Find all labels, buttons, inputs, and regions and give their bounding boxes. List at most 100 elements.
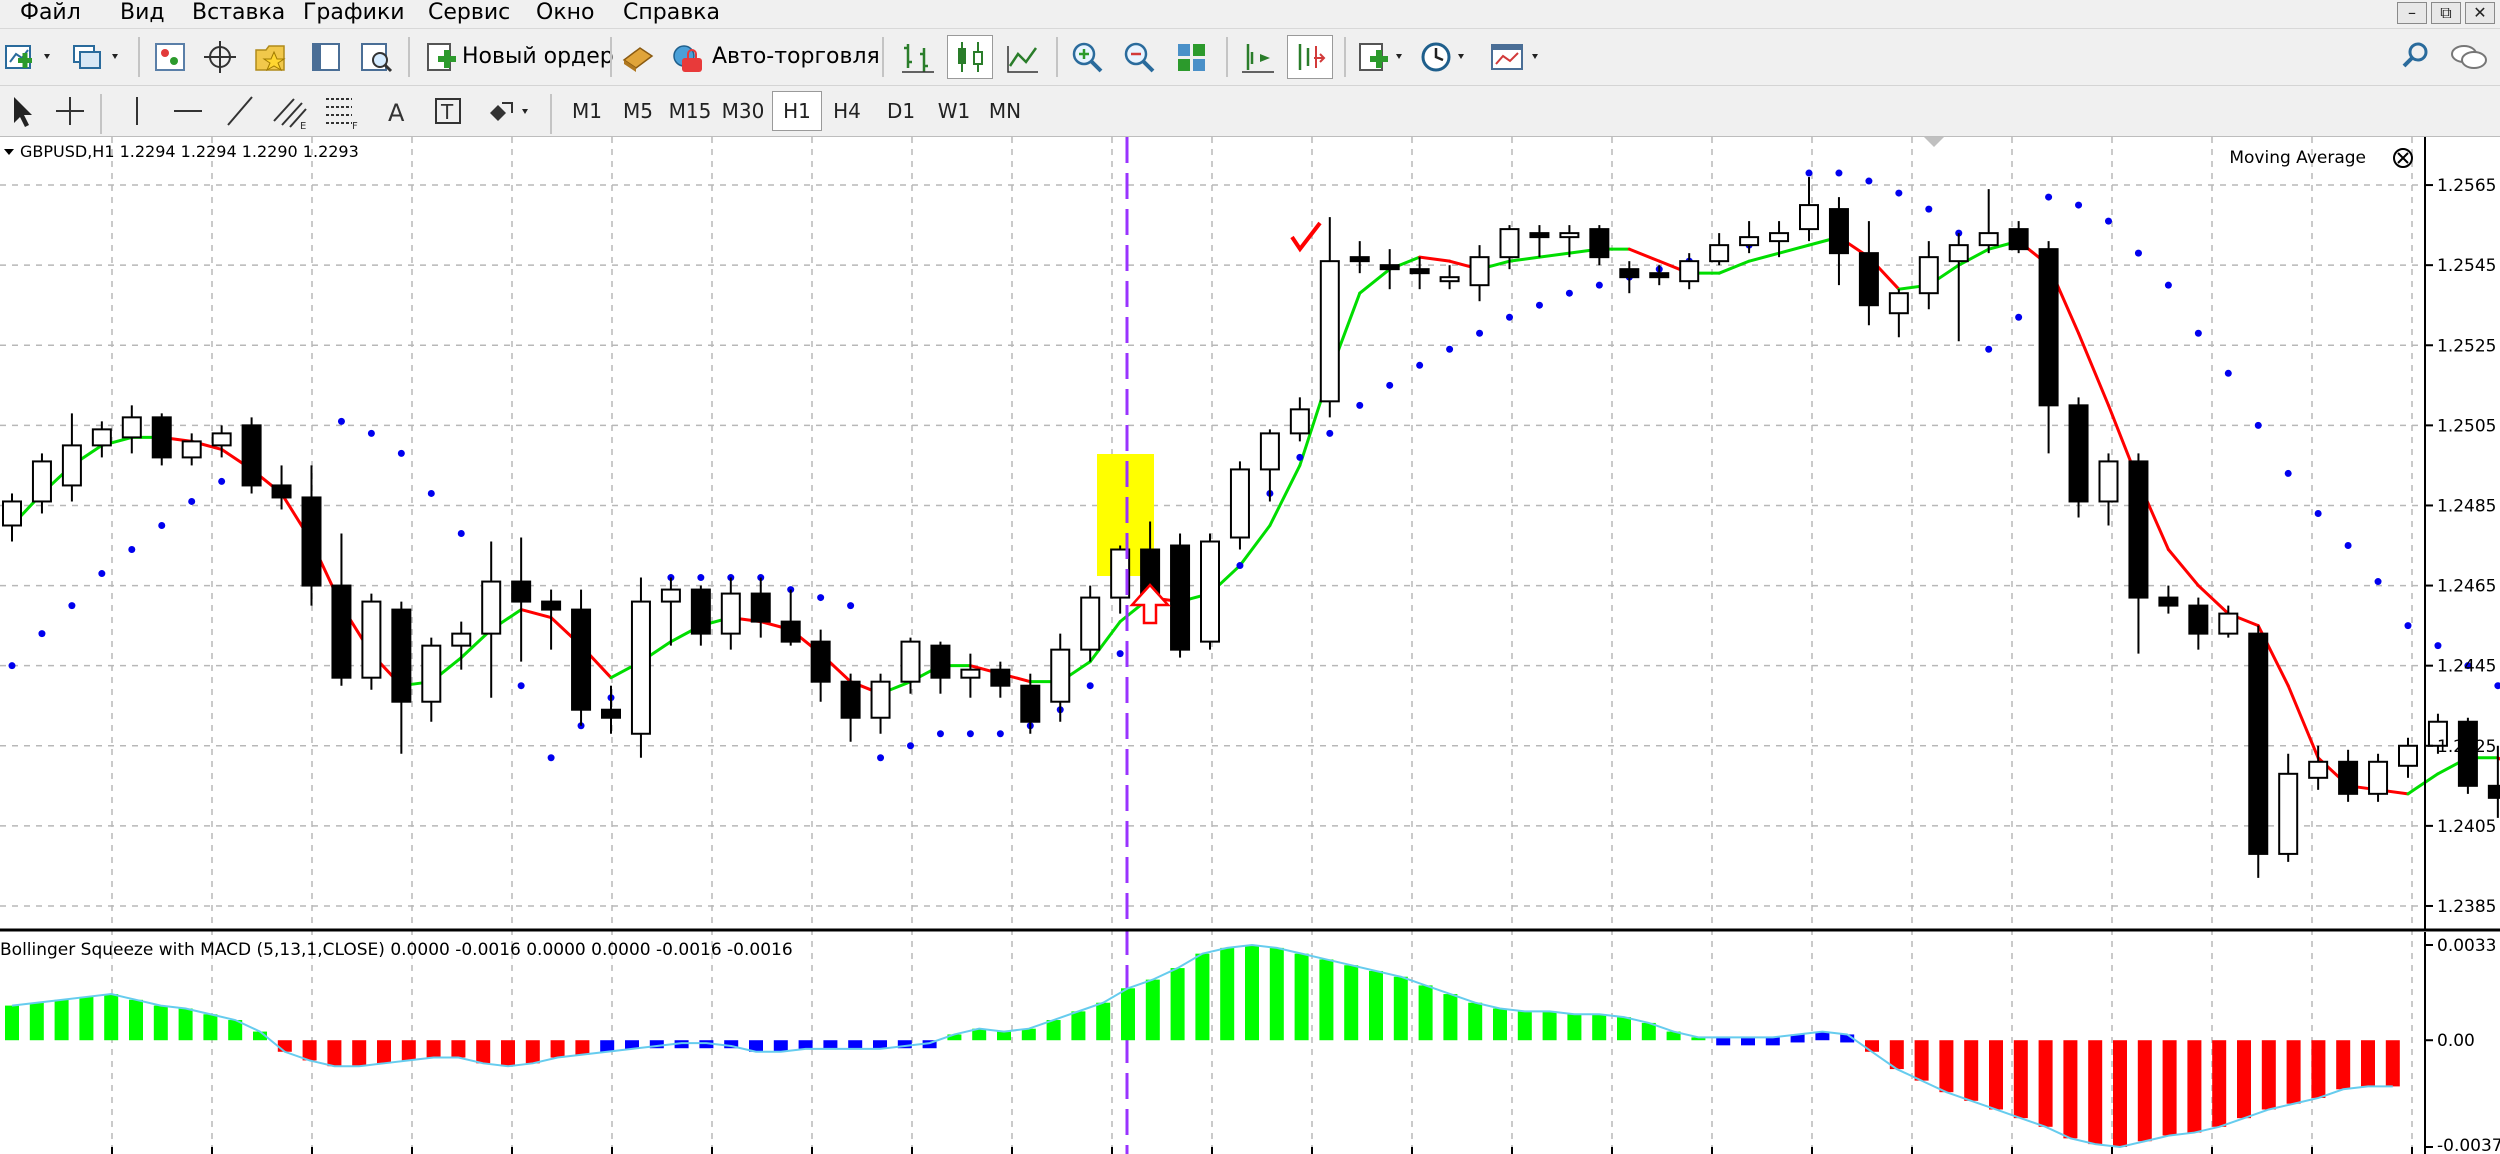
timeframe-mn[interactable]: MN [980,91,1030,131]
text-tool-icon[interactable]: A [382,91,412,131]
fibonacci-icon[interactable]: F [322,91,362,131]
psar-dot [2404,622,2412,630]
psar-dot [1236,562,1244,570]
metaeditor-icon[interactable] [618,36,658,78]
histogram-bar [1369,970,1383,1041]
candle-body [1888,292,1909,315]
candle [630,577,651,758]
histogram-bar [5,1005,19,1041]
candle-body [780,620,801,643]
restore-icon[interactable]: ⧉ [2431,2,2461,24]
terminal-icon[interactable] [306,36,346,78]
indicator-close-icon[interactable] [2393,148,2413,168]
navigator-crosshair-icon[interactable] [200,36,240,78]
indicator-name-label: Moving Average [2229,148,2366,168]
market-watch-icon[interactable] [150,36,190,78]
histogram-bar [2063,1040,2078,1139]
zoom-in-icon[interactable] [1066,36,1110,78]
indicators-icon[interactable] [1354,36,1410,78]
psar-dot [1416,361,1424,369]
auto-trading-icon[interactable] [668,36,708,78]
candle-body [61,444,82,487]
candle-body [2188,604,2209,635]
timeframe-m30[interactable]: M30 [718,91,768,131]
candlestick-chart-icon[interactable] [947,35,993,79]
histogram-bar [1592,1014,1607,1041]
chart-shift-icon[interactable] [1236,36,1280,78]
crosshair-icon[interactable] [52,91,88,131]
horizontal-line-icon[interactable] [170,91,206,131]
autoscroll-icon[interactable] [1287,35,1333,79]
search-icon[interactable] [2396,36,2436,78]
candle-body [960,668,981,679]
arrows-icon[interactable] [482,91,538,131]
psar-dot [1086,682,1094,690]
menu-file[interactable]: Файл [20,0,81,28]
candle [1080,585,1101,662]
histogram-bar [153,1005,168,1041]
histogram-bar [2286,1040,2301,1104]
menu-insert[interactable]: Вставка [192,0,285,28]
menu-help[interactable]: Справка [623,0,720,28]
timeframe-m5[interactable]: M5 [613,91,663,131]
candle-body [421,644,442,703]
histogram-bar [2088,1040,2103,1145]
timeframe-w1[interactable]: W1 [929,91,979,131]
text-label-icon[interactable]: T [430,91,466,131]
timeframe-d1[interactable]: D1 [876,91,926,131]
candle-body [181,440,202,459]
bar-chart-icon[interactable] [896,36,940,78]
price-tick-label: 1.2445 [2437,657,2496,677]
timeframe-m1[interactable]: M1 [562,91,612,131]
menu-tools[interactable]: Сервис [428,0,510,28]
histogram-bar [550,1040,565,1058]
auto-trading-button[interactable]: Авто-торговля [712,36,880,78]
zoom-out-icon[interactable] [1118,36,1162,78]
candle-body [121,416,142,439]
candle-body [2128,460,2149,599]
periods-clock-icon[interactable] [1416,36,1472,78]
candle-body [481,580,502,635]
menu-view[interactable]: Вид [120,0,165,28]
psar-dot [188,497,196,505]
histogram-bar [798,1040,813,1049]
menu-window[interactable]: Окно [536,0,594,28]
trendline-icon[interactable] [222,91,258,131]
histogram-bar [277,1040,292,1052]
vertical-line-icon[interactable] [122,91,152,131]
histogram-bar [1443,994,1458,1041]
minimize-icon[interactable]: – [2397,2,2427,24]
tile-windows-icon[interactable] [1170,36,1214,78]
timeframe-h4[interactable]: H4 [822,91,872,131]
chat-icon[interactable] [2446,36,2492,78]
price-tick-label: 1.2465 [2437,577,2496,597]
timeframe-h1[interactable]: H1 [772,91,822,131]
profiles-icon[interactable] [68,36,124,78]
line-chart-icon[interactable] [1000,36,1044,78]
candle-body [1589,228,1610,259]
strategy-tester-icon[interactable] [356,36,396,78]
equidistant-channel-icon[interactable]: E [270,91,310,131]
histogram-bar [327,1040,342,1067]
candle [1200,533,1220,650]
histogram-bar [1617,1017,1631,1041]
cursor-icon[interactable] [4,91,40,131]
candle-body [1858,252,1879,307]
favorites-icon[interactable] [250,36,290,78]
psar-dot [2194,329,2202,337]
candle-body [2278,772,2299,855]
new-chart-icon[interactable] [2,36,54,78]
menu-charts[interactable]: Графики [303,0,405,28]
psar-dot [2134,249,2142,257]
candle-body [361,600,382,679]
chart-window[interactable]: 1.2565 1.2545 1.2525 1.2505 1.2485 1.2465 1.24… [0,137,2500,1154]
timeframe-m15[interactable]: M15 [665,91,715,131]
histogram-bar [2013,1040,2028,1119]
close-icon[interactable]: ✕ [2465,2,2495,24]
templates-icon[interactable] [1486,36,1546,78]
new-order-button[interactable]: Новый ордер [462,36,614,78]
candle-body [660,588,681,603]
candle-body [1918,256,1939,295]
candle-body [810,640,831,683]
new-order-icon[interactable] [420,36,460,78]
